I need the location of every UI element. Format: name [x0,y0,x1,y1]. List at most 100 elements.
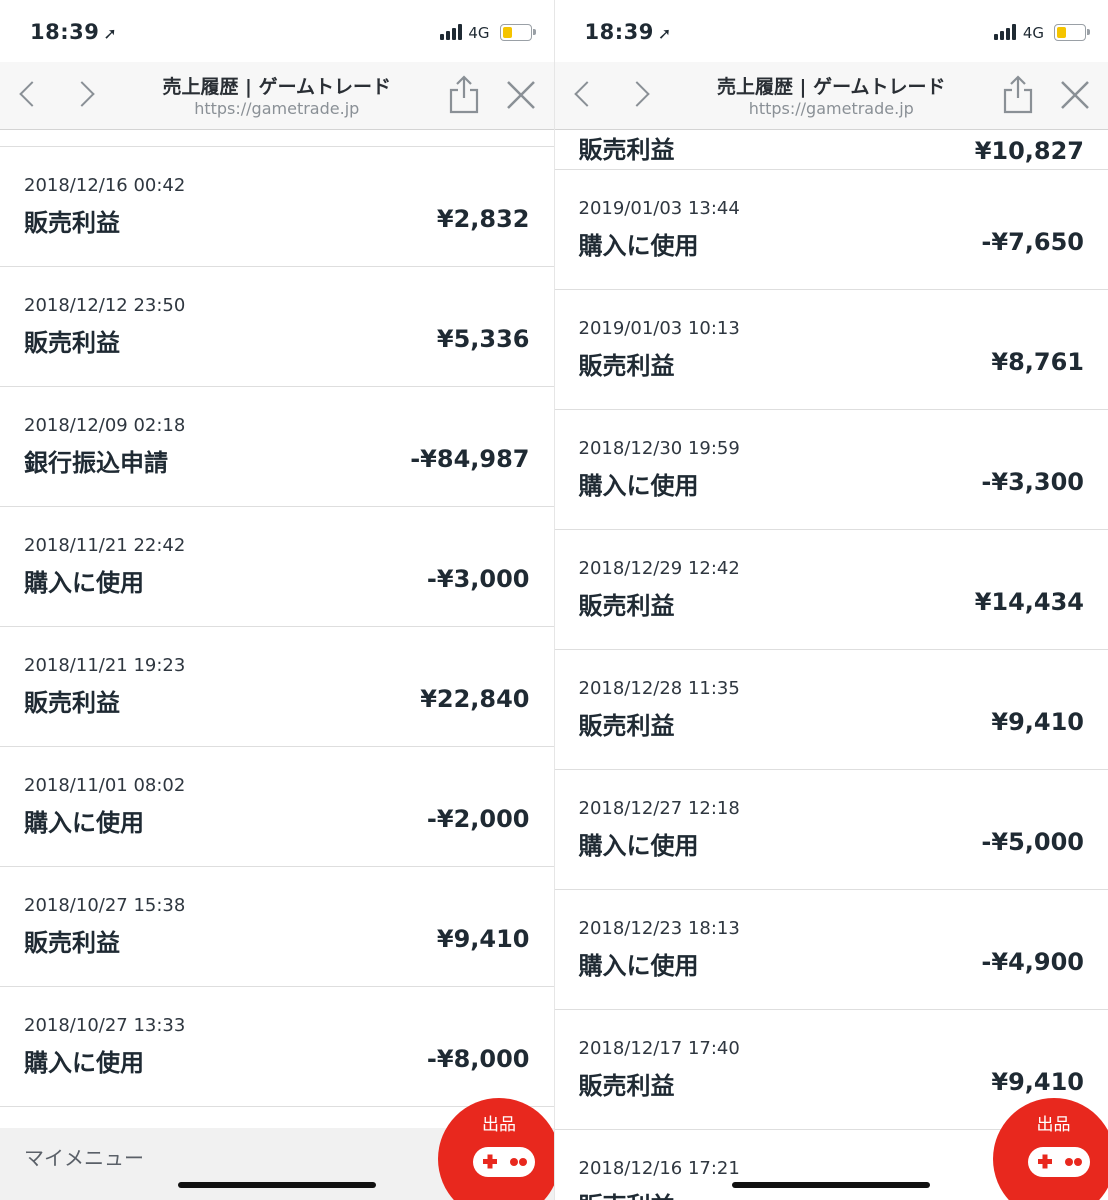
status-time: 18:39 ➚ [585,20,672,44]
item-date: 2018/12/09 02:18 [24,415,186,436]
item-date: 2018/12/16 00:42 [24,175,186,196]
item-amount: ¥22,840 [420,685,530,713]
back-button[interactable] [563,74,603,114]
item-label: 購入に使用 [24,569,144,597]
status-bar: 18:39 ➚ 4G [554,0,1108,62]
item-label: 販売利益 [578,1072,675,1100]
left-screen: 18:39 ➚ 4G 売上履歴 | ゲームトレード https://gametra… [0,0,554,1200]
battery-fill [1057,27,1067,38]
list-item[interactable]: 2018/10/27 15:38 販売利益 ¥9,410 [0,867,554,987]
item-amount: -¥3,300 [981,468,1084,496]
forward-button[interactable] [621,74,661,114]
list-item[interactable]: 2018/11/21 19:23 販売利益 ¥22,840 [0,627,554,747]
item-label: 購入に使用 [24,809,144,837]
list-item[interactable]: 2018/12/28 11:35 販売利益 ¥9,410 [554,650,1108,770]
item-date: 2018/11/01 08:02 [24,775,186,796]
item-amount: -¥8,000 [426,1045,530,1073]
sell-button[interactable]: 出品 [438,1098,554,1200]
right-screen: 18:39 ➚ 4G 売上履歴 | ゲームトレード https://gametra… [553,0,1108,1200]
chevron-right-icon [623,81,650,107]
item-date: 2018/11/21 22:42 [24,535,186,556]
item-label: 販売利益 [578,352,675,380]
item-label: 購入に使用 [578,952,699,980]
back-button[interactable] [8,74,48,114]
sell-label: 出品 [482,1115,516,1135]
item-label: 販売利益 [24,209,120,237]
item-amount: ¥10,827 [974,137,1084,165]
close-icon[interactable] [504,78,538,112]
item-date: 2018/12/17 17:40 [578,1038,740,1059]
item-label: 銀行振込申請 [24,449,168,477]
home-indicator [177,1182,376,1188]
history-list-left: 2018/12/16 00:42 販売利益 ¥2,832 2018/12/12 23… [0,146,554,1107]
item-label: 販売利益 [24,929,120,957]
sell-label: 出品 [1036,1115,1071,1135]
network-label: 4G [468,24,490,42]
signal-icon [439,24,462,40]
history-list-right: 2019/01/03 13:44 購入に使用 -¥7,650 2019/01/03 … [554,170,1108,1200]
sell-button[interactable]: 出品 [992,1098,1108,1200]
item-amount: -¥84,987 [410,445,530,473]
list-item-partial[interactable]: 販売利益 ¥10,827 [554,129,1108,170]
list-item[interactable]: 2019/01/03 10:13 販売利益 ¥8,761 [554,290,1108,410]
browser-bar: 売上履歴 | ゲームトレード https://gametrade.jp [0,62,554,130]
location-icon: ➚ [657,24,672,43]
list-item[interactable]: 2018/12/12 23:50 販売利益 ¥5,336 [0,267,554,387]
item-date: 2018/11/21 19:23 [24,655,186,676]
item-amount: ¥8,761 [991,348,1084,376]
list-item[interactable]: 2018/12/29 12:42 販売利益 ¥14,434 [554,530,1108,650]
list-item[interactable]: 2018/12/27 12:18 購入に使用 -¥5,000 [554,770,1108,890]
item-amount: -¥5,000 [981,828,1084,856]
battery-fill [502,27,512,38]
item-date: 2018/12/23 18:13 [578,918,740,939]
item-label: 販売利益 [578,592,675,620]
status-bar: 18:39 ➚ 4G [0,0,554,62]
battery-icon [1054,24,1090,41]
share-icon[interactable] [1002,74,1034,114]
list-item[interactable]: 2018/12/09 02:18 銀行振込申請 -¥84,987 [0,387,554,507]
list-item[interactable]: 2019/01/03 13:44 購入に使用 -¥7,650 [554,170,1108,290]
item-amount: ¥14,434 [974,588,1084,616]
item-amount: -¥4,900 [981,948,1084,976]
item-label: 販売利益 [579,1186,675,1200]
item-date: 2019/01/03 10:13 [578,318,740,339]
list-item[interactable]: 2018/11/21 22:42 購入に使用 -¥3,000 [0,507,554,627]
page-title: 売上履歴 | ゲームトレード [716,76,946,98]
item-label: 購入に使用 [578,232,699,260]
item-label: 購入に使用 [578,472,699,500]
item-label: 購入に使用 [24,1049,144,1077]
list-item[interactable]: 2018/12/16 00:42 販売利益 ¥2,832 [0,147,554,267]
list-item[interactable]: 2018/12/30 19:59 購入に使用 -¥3,300 [554,410,1108,530]
list-item[interactable]: 2018/11/01 08:02 購入に使用 -¥2,000 [0,747,554,867]
item-label: 販売利益 [24,329,120,357]
chevron-left-icon [19,81,45,107]
forward-button[interactable] [66,74,106,114]
close-icon[interactable] [1058,78,1092,112]
item-amount: ¥9,410 [991,1068,1084,1096]
item-date: 2018/12/30 19:59 [578,438,740,459]
list-item[interactable]: 2018/12/23 18:13 購入に使用 -¥4,900 [554,890,1108,1010]
item-label: 販売利益 [578,136,675,164]
home-indicator [732,1182,931,1188]
item-date: 2018/12/28 11:35 [578,678,740,699]
chevron-right-icon [69,81,95,107]
page-title: 売上履歴 | ゲームトレード [162,76,392,98]
time-text: 18:39 [584,20,654,44]
item-amount: -¥7,650 [981,228,1084,256]
gamepad-icon [473,1147,535,1177]
item-amount: ¥9,410 [991,708,1084,736]
my-menu-label: マイメニュー [24,1146,144,1170]
item-amount: ¥5,336 [436,325,530,353]
item-date: 2018/10/27 13:33 [24,1015,186,1036]
signal-icon [994,24,1016,40]
page-url: https://gametrade.jp [748,99,914,118]
item-label: 販売利益 [24,689,120,717]
item-amount: -¥3,000 [426,565,530,593]
status-time: 18:39 ➚ [30,20,117,44]
list-item[interactable]: 2018/10/27 13:33 購入に使用 -¥8,000 [0,987,554,1107]
item-date: 2019/01/03 13:44 [578,198,740,219]
network-label: 4G [1022,24,1044,42]
battery-icon [499,24,536,41]
item-date: 2018/12/29 12:42 [578,558,740,579]
share-icon[interactable] [448,74,480,114]
